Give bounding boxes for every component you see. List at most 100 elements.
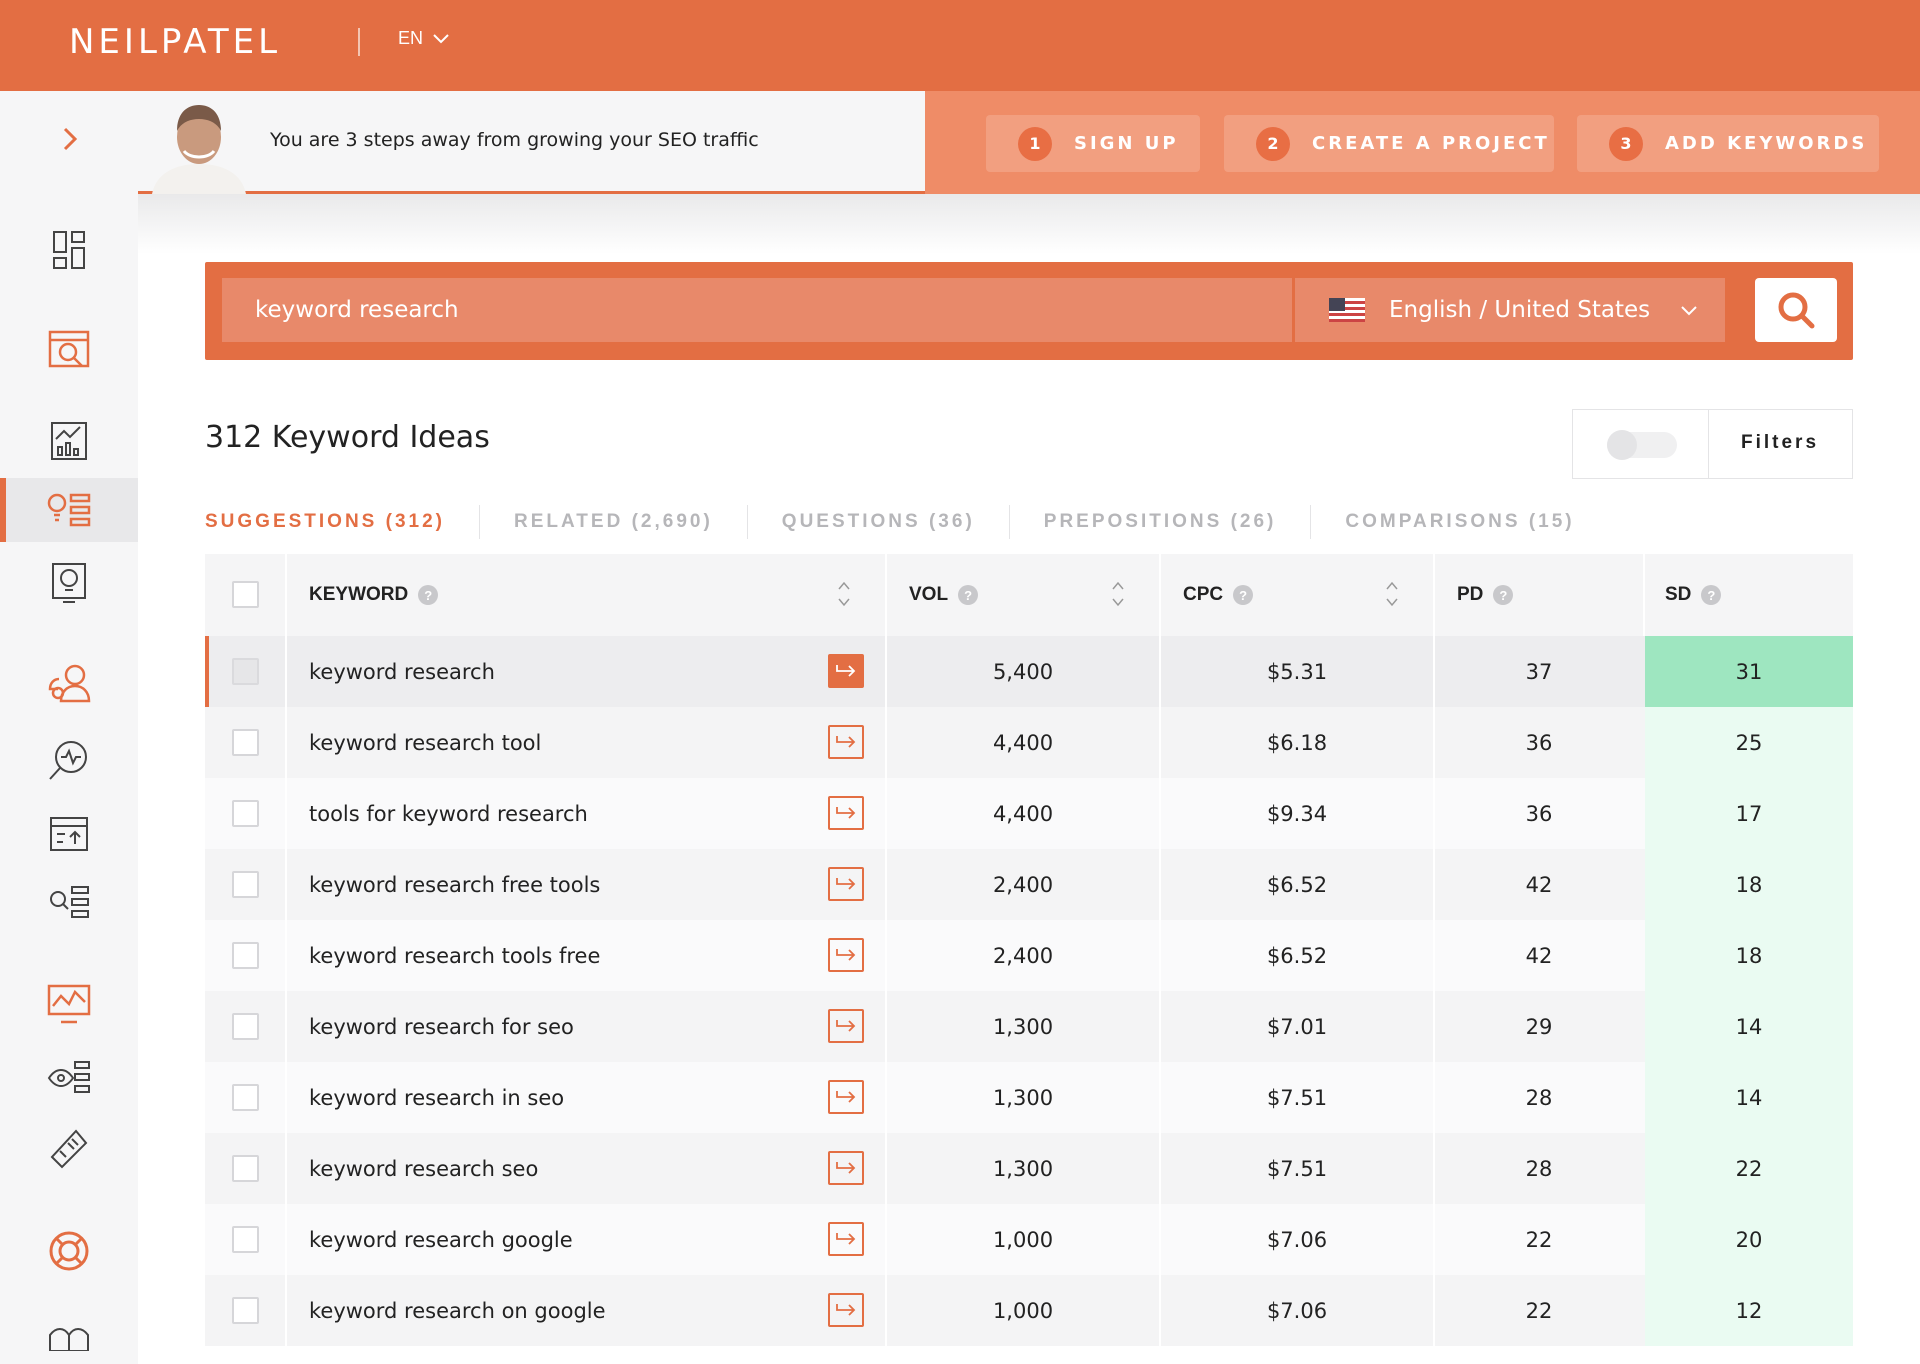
open-keyword-button[interactable] [828, 1080, 864, 1114]
column-header-pd[interactable]: PD ? [1457, 554, 1514, 636]
column-header-keyword[interactable]: KEYWORD ? [309, 554, 439, 636]
open-keyword-button[interactable] [828, 1009, 864, 1043]
step-label: ADD KEYWORDS [1665, 133, 1868, 154]
table-row[interactable]: tools for keyword research 4,400 $9.34 36 17 [205, 778, 1853, 849]
sort-icon[interactable] [1111, 579, 1125, 609]
sidebar-item-guides[interactable] [0, 1321, 138, 1364]
keyword-cell[interactable]: keyword research for seo [309, 991, 574, 1062]
help-icon[interactable]: ? [418, 585, 439, 605]
arrow-right-icon [836, 878, 856, 890]
column-header-cpc[interactable]: CPC ? [1183, 554, 1254, 636]
sidebar-expand-button[interactable] [52, 121, 88, 157]
keyword-cell[interactable]: keyword research [309, 636, 495, 707]
sidebar-item-keyword-ideas[interactable] [0, 478, 138, 542]
promo-text: You are 3 steps away from growing your S… [270, 129, 759, 151]
sidebar-item-reports[interactable] [0, 409, 138, 473]
pd-cell: 29 [1525, 1014, 1553, 1039]
tab-prepositions[interactable]: PREPOSITIONS (26) [1008, 505, 1311, 539]
filters-button[interactable]: Filters [1741, 432, 1819, 454]
keyword-cell[interactable]: keyword research on google [309, 1275, 606, 1346]
row-checkbox[interactable] [232, 1084, 259, 1111]
row-checkbox[interactable] [232, 800, 259, 827]
row-checkbox[interactable] [232, 729, 259, 756]
keyword-cell[interactable]: keyword research free tools [309, 849, 600, 920]
link-icon [50, 1129, 88, 1169]
table-row[interactable]: keyword research tools free 2,400 $6.52 42 1… [205, 920, 1853, 991]
sidebar-item-rank-tracking[interactable] [0, 802, 138, 866]
monitor-chart-icon [47, 984, 91, 1024]
locale-selector[interactable]: English / United States [1295, 278, 1725, 342]
keyword-cell[interactable]: keyword research seo [309, 1133, 538, 1204]
sidebar-item-competitor-watch[interactable] [0, 1046, 138, 1110]
divider [285, 1275, 287, 1346]
row-checkbox[interactable] [232, 1226, 259, 1253]
open-keyword-button[interactable] [828, 725, 864, 759]
open-keyword-button[interactable] [828, 654, 864, 688]
locale-label: English / United States [1389, 297, 1651, 323]
language-selector[interactable]: EN [398, 28, 449, 49]
row-checkbox[interactable] [232, 942, 259, 969]
sidebar-item-keyword-list[interactable] [0, 872, 138, 936]
row-checkbox[interactable] [232, 871, 259, 898]
sidebar-item-content-ideas[interactable] [0, 551, 138, 615]
open-keyword-button[interactable] [828, 867, 864, 901]
table-row[interactable]: keyword research free tools 2,400 $6.52 42 1… [205, 849, 1853, 920]
sidebar-item-support[interactable] [0, 1219, 138, 1283]
open-keyword-button[interactable] [828, 1151, 864, 1185]
tab-questions[interactable]: QUESTIONS (36) [746, 505, 1009, 539]
table-row[interactable]: keyword research google 1,000 $7.06 22 20 [205, 1204, 1853, 1275]
sidebar-item-performance[interactable] [0, 973, 138, 1037]
keyword-search-input[interactable] [222, 278, 1292, 342]
us-flag-icon [1329, 298, 1365, 322]
divider [1643, 554, 1645, 636]
column-header-vol[interactable]: VOL ? [909, 554, 979, 636]
open-keyword-button[interactable] [828, 938, 864, 972]
sidebar-item-site-audit[interactable] [0, 729, 138, 793]
select-all-checkbox[interactable] [232, 581, 259, 608]
sidebar-item-link-building[interactable] [0, 1116, 138, 1180]
sign-up-button[interactable]: 1 SIGN UP [986, 115, 1200, 172]
open-keyword-button[interactable] [828, 796, 864, 830]
help-icon[interactable]: ? [958, 585, 979, 605]
pd-cell: 22 [1525, 1298, 1553, 1323]
table-row[interactable]: keyword research for seo 1,300 $7.01 29 14 [205, 991, 1853, 1062]
help-icon[interactable]: ? [1701, 585, 1722, 605]
tab-comparisons[interactable]: COMPARISONS (15) [1310, 505, 1608, 539]
sort-icon[interactable] [1385, 579, 1399, 609]
table-row[interactable]: keyword research tool 4,400 $6.18 36 25 [205, 707, 1853, 778]
row-checkbox[interactable] [232, 1297, 259, 1324]
search-button[interactable] [1755, 278, 1837, 342]
table-row[interactable]: keyword research 5,400 $5.31 37 31 [205, 636, 1853, 707]
table-row[interactable]: keyword research in seo 1,300 $7.51 28 14 [205, 1062, 1853, 1133]
open-keyword-button[interactable] [828, 1222, 864, 1256]
column-header-sd[interactable]: SD ? [1665, 554, 1722, 636]
help-icon[interactable]: ? [1493, 585, 1514, 605]
step-number: 2 [1256, 126, 1290, 161]
row-checkbox[interactable] [232, 1013, 259, 1040]
add-keywords-button[interactable]: 3 ADD KEYWORDS [1577, 115, 1879, 172]
divider [285, 920, 287, 991]
avatar [152, 105, 246, 194]
help-icon[interactable]: ? [1233, 585, 1254, 605]
sd-cell: 18 [1645, 920, 1853, 991]
table-row[interactable]: keyword research on google 1,000 $7.06 22 12 [205, 1275, 1853, 1346]
table-row[interactable]: keyword research seo 1,300 $7.51 28 22 [205, 1133, 1853, 1204]
create-project-button[interactable]: 2 CREATE A PROJECT [1224, 115, 1554, 172]
sd-cell: 18 [1645, 849, 1853, 920]
keyword-cell[interactable]: keyword research tools free [309, 920, 600, 991]
logo[interactable]: NEILPATEL [69, 22, 281, 62]
sidebar-item-dashboard[interactable] [0, 218, 138, 282]
keyword-cell[interactable]: keyword research google [309, 1204, 573, 1275]
keyword-cell[interactable]: keyword research in seo [309, 1062, 564, 1133]
keyword-cell[interactable]: tools for keyword research [309, 778, 588, 849]
tab-suggestions[interactable]: SUGGESTIONS (312) [205, 505, 479, 539]
open-keyword-button[interactable] [828, 1293, 864, 1327]
sidebar-item-traffic-analyzer[interactable] [0, 317, 138, 381]
keyword-cell[interactable]: keyword research tool [309, 707, 541, 778]
filters-toggle[interactable] [1607, 430, 1677, 460]
row-checkbox[interactable] [232, 1155, 259, 1182]
sort-icon[interactable] [837, 579, 851, 609]
sidebar-item-backlinks[interactable] [0, 651, 138, 715]
row-checkbox[interactable] [232, 658, 259, 685]
tab-related[interactable]: RELATED (2,690) [479, 505, 747, 539]
